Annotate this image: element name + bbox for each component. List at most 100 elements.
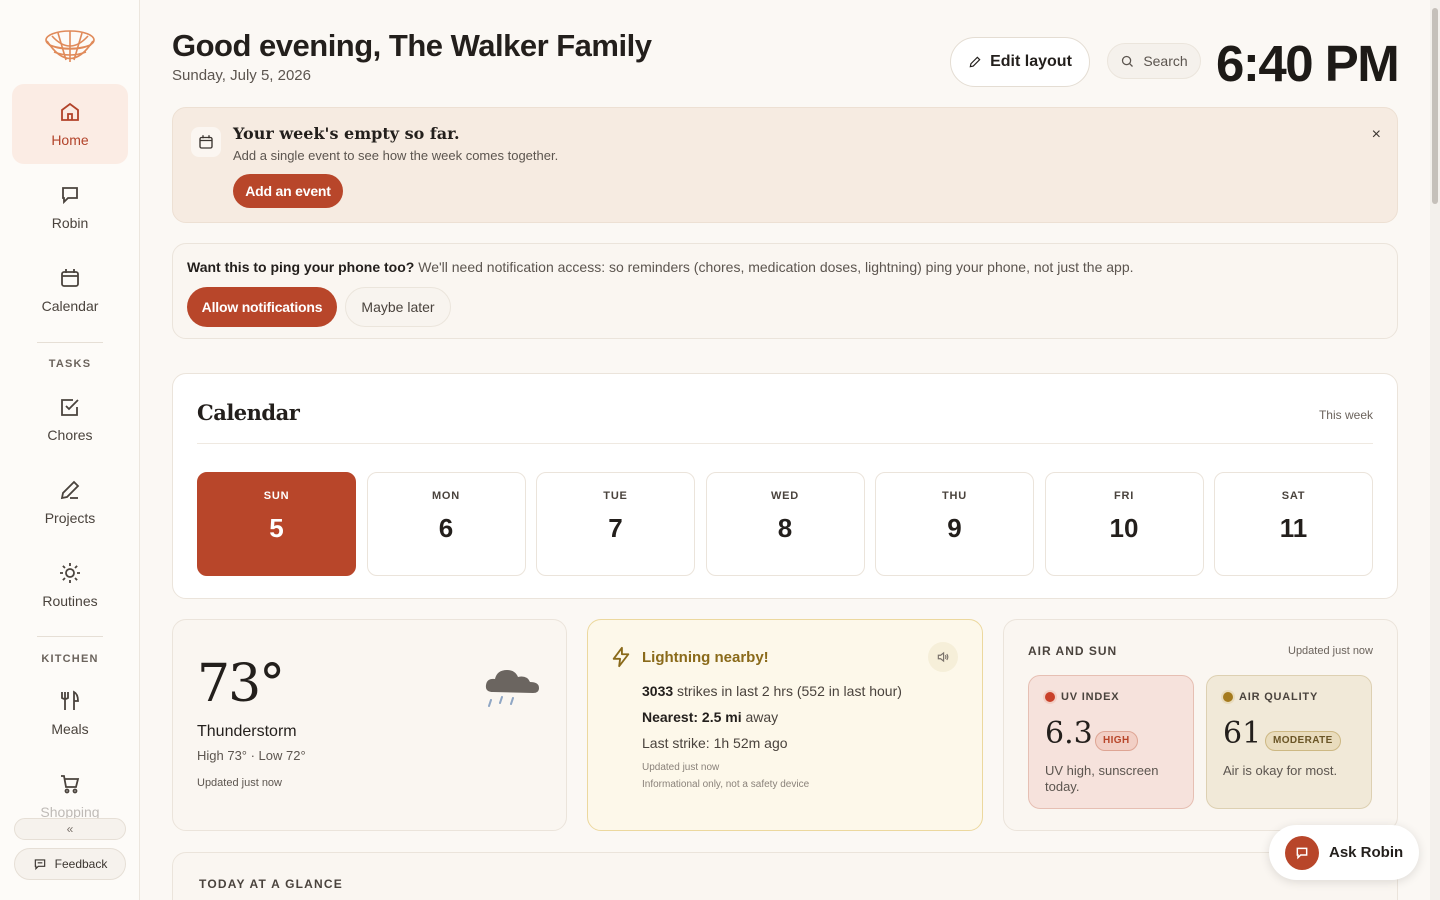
thunderstorm-icon	[485, 670, 539, 707]
nav-section-tasks: TASKS	[48, 358, 92, 370]
day-number: 9	[947, 513, 962, 543]
nav-section-kitchen: KITCHEN	[41, 653, 99, 665]
uv-label-text: UV INDEX	[1061, 691, 1120, 703]
day-cell-fri[interactable]: FRI 10	[1044, 472, 1204, 576]
uv-index-card: UV INDEX 6.3 HIGH UV high, sunscreen tod…	[1028, 675, 1194, 809]
utensils-icon	[61, 690, 79, 710]
uv-description: UV high, sunscreen today.	[1045, 763, 1159, 794]
sidebar-item-label: Home	[51, 132, 89, 148]
chat-icon	[1285, 835, 1319, 870]
temperature: 73°	[197, 654, 285, 714]
air-sun-title: AIR AND SUN	[1028, 644, 1118, 658]
air-sun-updated: Updated just now	[1288, 645, 1373, 657]
day-cell-wed[interactable]: WED 8	[705, 472, 865, 576]
sidebar-item-meals[interactable]: Meals	[12, 673, 128, 753]
day-name: MON	[431, 490, 461, 502]
nearest-strike-suffix: away	[741, 709, 779, 725]
allow-notifications-button[interactable]: Allow notifications	[187, 287, 337, 327]
pencil-icon	[60, 480, 80, 500]
aq-label-text: AIR QUALITY	[1239, 691, 1319, 703]
notification-question: Want this to ping your phone too?	[187, 259, 415, 275]
ask-robin-button[interactable]: Ask Robin	[1269, 825, 1419, 880]
day-name: SAT	[1281, 490, 1306, 502]
high-low: High 73° · Low 72°	[197, 748, 306, 763]
calendar-title: Calendar	[197, 400, 300, 425]
main-content: Good evening, The Walker Family Sunday, …	[140, 0, 1430, 900]
lightning-disclaimer: Informational only, not a safety device	[642, 779, 810, 790]
scrollbar-thumb[interactable]	[1432, 8, 1438, 204]
banner-subtitle: Add a single event to see how the week c…	[233, 148, 559, 163]
day-name: FRI	[1113, 490, 1135, 502]
day-cell-mon[interactable]: MON 6	[366, 472, 526, 576]
sun-icon	[60, 563, 80, 583]
search-icon	[1122, 55, 1134, 67]
chat-icon	[62, 187, 78, 205]
sidebar-item-home[interactable]: Home	[12, 84, 128, 164]
day-name: SUN	[263, 490, 290, 502]
current-date: Sunday, July 5, 2026	[172, 67, 311, 84]
speaker-icon[interactable]	[928, 642, 958, 672]
day-number: 7	[608, 513, 623, 543]
sidebar-item-shopping[interactable]: Shopping	[12, 758, 128, 820]
lightning-icon	[612, 646, 630, 668]
calendar-range: This week	[1318, 408, 1373, 422]
divider	[197, 443, 1373, 444]
notification-detail: We'll need notification access: so remin…	[414, 259, 1134, 275]
calendar-icon	[61, 269, 79, 287]
nearest-strike-value: Nearest: 2.5 mi	[642, 709, 742, 725]
sidebar-item-label: Projects	[44, 510, 96, 526]
lightning-widget[interactable]: Lightning nearby! 3033 strikes in last 2…	[587, 619, 983, 831]
day-cell-sat[interactable]: SAT 11	[1214, 472, 1373, 576]
uv-value: 6.3	[1045, 716, 1093, 751]
calendar-icon	[191, 127, 221, 157]
today-at-a-glance: TODAY AT A GLANCE	[172, 852, 1398, 900]
aq-badge: MODERATE	[1265, 731, 1341, 751]
weather-condition: Thunderstorm	[197, 723, 297, 740]
search-label: Search	[1143, 53, 1188, 69]
glance-title: TODAY AT A GLANCE	[199, 877, 343, 891]
weather-widget[interactable]: 73° Thunderstorm High 73° · Low 72° Upda…	[172, 619, 567, 831]
clock: 6:40 PM	[1216, 35, 1400, 92]
day-number: 5	[269, 513, 284, 543]
ask-robin-label: Ask Robin	[1329, 844, 1404, 861]
edit-layout-button[interactable]: Edit layout	[950, 37, 1090, 87]
aq-description: Air is okay for most.	[1223, 763, 1338, 778]
uv-label: UV INDEX	[1045, 691, 1119, 703]
add-event-button[interactable]: Add an event	[233, 174, 343, 208]
day-cell-thu[interactable]: THU 9	[875, 472, 1034, 576]
nearest-strike: Nearest: 2.5 mi away	[642, 709, 778, 725]
sidebar-item-projects[interactable]: Projects	[12, 462, 128, 542]
close-icon[interactable]: ×	[1372, 126, 1381, 144]
scrollbar[interactable]	[1430, 0, 1440, 900]
day-number: 6	[438, 513, 454, 543]
last-strike: Last strike: 1h 52m ago	[642, 735, 788, 751]
nav-divider	[37, 342, 103, 343]
sidebar: Home Robin Calendar TASKS Chores Project…	[0, 0, 140, 900]
status-dot	[1045, 692, 1055, 702]
sidebar-item-calendar[interactable]: Calendar	[12, 250, 128, 330]
page-title: Good evening, The Walker Family	[172, 28, 652, 63]
sidebar-item-label: Routines	[42, 593, 98, 609]
sidebar-item-label: Chores	[47, 427, 93, 443]
feedback-label: Feedback	[54, 857, 108, 871]
calendar-widget: Calendar This week SUN 5 MON 6 TUE 7 WED…	[172, 373, 1398, 599]
feedback-button[interactable]: Feedback	[14, 848, 126, 880]
day-number: 8	[777, 513, 793, 543]
checkbox-icon	[61, 399, 79, 416]
edit-layout-label: Edit layout	[990, 53, 1072, 70]
feedback-icon	[34, 859, 45, 871]
day-number: 10	[1109, 513, 1139, 543]
collapse-sidebar-button[interactable]: «	[14, 818, 126, 840]
maybe-later-button[interactable]: Maybe later	[345, 287, 451, 327]
air-sun-widget[interactable]: AIR AND SUN Updated just now UV INDEX 6.…	[1003, 619, 1398, 831]
day-cell-sun[interactable]: SUN 5	[197, 472, 356, 576]
logo-icon[interactable]	[44, 26, 96, 66]
search-button[interactable]: Search	[1107, 43, 1201, 79]
sidebar-item-robin[interactable]: Robin	[12, 167, 128, 247]
banner-title: Your week's empty so far.	[233, 124, 460, 143]
day-cell-tue[interactable]: TUE 7	[536, 472, 695, 576]
day-number: 11	[1279, 513, 1308, 543]
strike-count-detail: strikes in last 2 hrs (552 in last hour)	[673, 683, 902, 699]
sidebar-item-chores[interactable]: Chores	[12, 379, 128, 459]
sidebar-item-routines[interactable]: Routines	[12, 545, 128, 625]
